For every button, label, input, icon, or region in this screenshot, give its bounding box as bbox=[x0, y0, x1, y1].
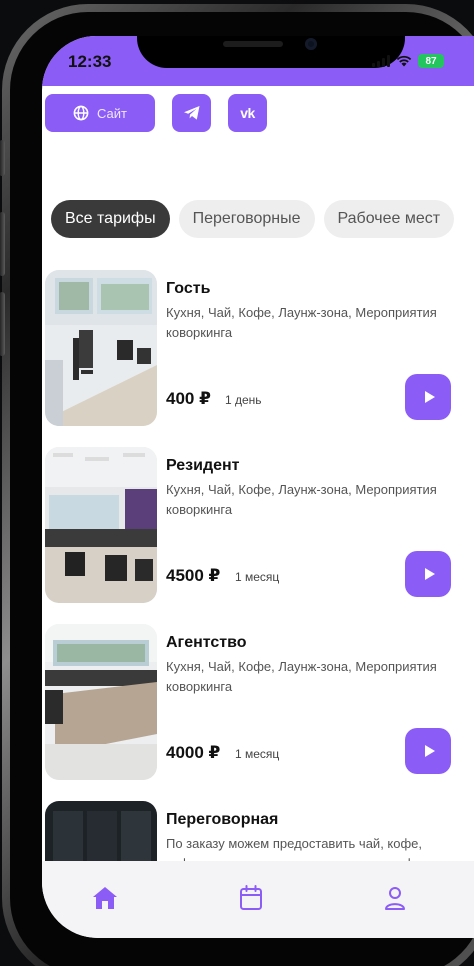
tariff-period: 1 месяц bbox=[235, 570, 280, 584]
speaker bbox=[223, 41, 283, 47]
vk-button[interactable]: vk bbox=[228, 94, 267, 132]
nav-calendar[interactable] bbox=[234, 881, 268, 915]
nav-profile[interactable] bbox=[378, 881, 412, 915]
play-icon bbox=[424, 745, 435, 757]
profile-icon bbox=[385, 887, 405, 910]
tariff-image bbox=[45, 447, 157, 603]
side-button-volume-down bbox=[0, 292, 5, 356]
tariff-filters: Все тарифы Переговорные Рабочее мест bbox=[51, 200, 455, 238]
status-bar: 12:33 87 bbox=[42, 36, 474, 86]
select-tariff-button[interactable] bbox=[405, 374, 451, 420]
tariff-description: Кухня, Чай, Кофе, Лаунж-зона, Мероприяти… bbox=[166, 305, 437, 340]
tariff-description: Кухня, Чай, Кофе, Лаунж-зона, Мероприяти… bbox=[166, 659, 437, 694]
tariff-period: 1 день bbox=[225, 393, 262, 407]
tariff-description: По заказу можем предоставить чай, кофе, … bbox=[166, 836, 426, 861]
bottom-navigation bbox=[42, 861, 474, 938]
side-button-silent bbox=[0, 140, 5, 176]
calendar-icon bbox=[240, 885, 262, 910]
nav-home[interactable] bbox=[88, 881, 122, 915]
status-icons: 87 bbox=[372, 54, 444, 68]
telegram-button[interactable] bbox=[172, 94, 211, 132]
tariff-image bbox=[45, 801, 157, 861]
tariff-price: 4500 ₽ bbox=[166, 566, 221, 585]
side-button-volume-up bbox=[0, 212, 5, 276]
site-button[interactable]: Сайт bbox=[45, 94, 155, 132]
notch bbox=[137, 36, 405, 68]
tariff-card-resident[interactable]: Резидент Кухня, Чай, Кофе, Лаунж-зона, М… bbox=[45, 447, 474, 605]
tariff-price: 400 ₽ bbox=[166, 389, 211, 408]
tariff-card-guest[interactable]: Гость Кухня, Чай, Кофе, Лаунж-зона, Меро… bbox=[45, 270, 474, 428]
play-icon bbox=[424, 391, 435, 403]
vk-icon: vk bbox=[240, 105, 255, 121]
app-screen: 12:33 87 Сайт vk Все тарифы Переговорные… bbox=[42, 36, 474, 938]
tariff-title: Агентство bbox=[166, 634, 247, 651]
tariff-image bbox=[45, 624, 157, 780]
play-icon bbox=[424, 568, 435, 580]
signal-icon bbox=[372, 55, 390, 67]
filter-all-tariffs[interactable]: Все тарифы bbox=[51, 200, 170, 238]
telegram-icon bbox=[183, 106, 199, 120]
tariff-description: Кухня, Чай, Кофе, Лаунж-зона, Мероприяти… bbox=[166, 482, 437, 517]
tariff-period: 1 месяц bbox=[235, 747, 280, 761]
camera bbox=[305, 38, 317, 50]
filter-meeting-rooms[interactable]: Переговорные bbox=[178, 200, 315, 238]
tariff-title: Переговорная bbox=[166, 811, 279, 828]
tariff-image bbox=[45, 270, 157, 426]
select-tariff-button[interactable] bbox=[405, 551, 451, 597]
globe-icon bbox=[73, 105, 89, 121]
tariff-card-meeting-room[interactable]: Переговорная По заказу можем предоставит… bbox=[45, 801, 474, 861]
home-icon bbox=[93, 887, 117, 909]
select-tariff-button[interactable] bbox=[405, 728, 451, 774]
wifi-icon bbox=[396, 55, 412, 67]
tariff-title: Гость bbox=[166, 280, 211, 297]
social-links: Сайт vk bbox=[45, 94, 267, 132]
tariff-card-agency[interactable]: Агентство Кухня, Чай, Кофе, Лаунж-зона, … bbox=[45, 624, 474, 782]
site-button-label: Сайт bbox=[97, 105, 127, 121]
tariff-title: Резидент bbox=[166, 457, 240, 474]
battery-icon: 87 bbox=[418, 54, 444, 68]
filter-workplace[interactable]: Рабочее мест bbox=[323, 200, 455, 238]
status-time: 12:33 bbox=[68, 52, 112, 71]
main-content[interactable]: Сайт vk Все тарифы Переговорные Рабочее … bbox=[42, 86, 474, 861]
tariff-price: 4000 ₽ bbox=[166, 743, 221, 762]
